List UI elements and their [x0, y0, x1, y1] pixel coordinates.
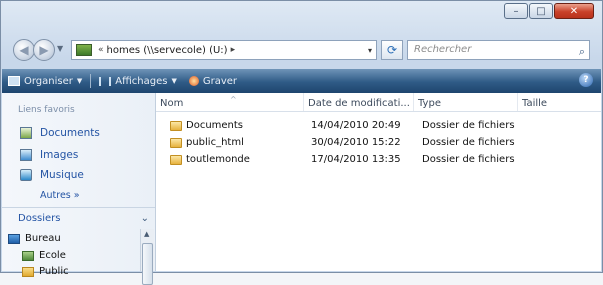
explorer-window: – □ ✕ ◀ ▶ ▼ « homes (\\servecole) (U:) ▸…: [0, 0, 603, 285]
column-label: Taille: [522, 98, 548, 109]
help-icon[interactable]: ?: [579, 73, 593, 87]
tree-item-public[interactable]: Public: [22, 266, 69, 277]
back-button[interactable]: ◀: [13, 39, 35, 61]
more-favorites-link[interactable]: Autres »: [40, 190, 80, 201]
search-icon[interactable]: ⌕: [579, 43, 585, 61]
folder-icon: [22, 266, 34, 277]
computer-icon: [76, 44, 92, 56]
favorite-label: Images: [40, 149, 79, 161]
folder-icon: [170, 138, 182, 148]
file-name: Documents: [186, 120, 244, 131]
folder-icon: [170, 155, 182, 165]
address-bar[interactable]: « homes (\\servecole) (U:) ▸ ▾: [71, 40, 377, 60]
views-label: Affichages: [115, 75, 168, 87]
file-name: public_html: [186, 137, 244, 148]
breadcrumb-arrow-icon[interactable]: ▸: [231, 45, 236, 55]
scroll-up-icon[interactable]: ▲: [144, 230, 149, 238]
favorite-label: Documents: [40, 127, 100, 139]
file-name-cell: toutlemonde: [170, 153, 250, 167]
sort-ascending-icon: ^: [230, 95, 237, 104]
favorite-documents[interactable]: Documents: [20, 127, 100, 139]
chevron-down-icon[interactable]: ⌄: [141, 213, 149, 224]
maximize-button[interactable]: □: [529, 3, 553, 19]
file-name-cell: public_html: [170, 136, 244, 150]
folders-title: Dossiers: [18, 212, 61, 224]
scrollbar-thumb[interactable]: [142, 243, 153, 285]
file-list: Nom ^ Date de modificati... Type Taille …: [156, 93, 601, 271]
address-row: ◀ ▶ ▼ « homes (\\servecole) (U:) ▸ ▾ ⟳ R…: [11, 39, 594, 65]
address-dropdown-icon[interactable]: ▾: [368, 46, 372, 55]
user-folder-icon: [22, 250, 34, 261]
column-label: Date de modificati...: [308, 98, 410, 109]
column-label: Nom: [160, 98, 184, 109]
breadcrumb-overflow-icon[interactable]: «: [98, 45, 104, 55]
music-icon: [20, 169, 32, 181]
toolbar-divider: [90, 74, 92, 88]
views-button[interactable]: Affichages ▼: [93, 76, 183, 87]
tree-label: Bureau: [25, 233, 61, 244]
table-row[interactable]: toutlemonde 17/04/2010 13:35 Dossier de …: [156, 153, 601, 167]
organize-button[interactable]: Organiser ▼: [2, 76, 88, 87]
minimize-button[interactable]: –: [504, 3, 528, 19]
folder-tree-scrollbar[interactable]: ▲: [140, 229, 154, 285]
forward-button[interactable]: ▶: [33, 39, 55, 61]
organize-label: Organiser: [24, 75, 73, 87]
documents-icon: [20, 127, 32, 139]
tree-item-ecole[interactable]: Ecole: [22, 250, 66, 261]
views-icon: [99, 76, 112, 86]
burn-label: Graver: [202, 75, 238, 87]
table-row[interactable]: public_html 30/04/2010 15:22 Dossier de …: [156, 136, 601, 150]
file-name-cell: Documents: [170, 119, 243, 133]
file-type: Dossier de fichiers: [422, 154, 515, 165]
file-type: Dossier de fichiers: [422, 120, 515, 131]
column-header: Nom ^ Date de modificati... Type Taille: [156, 93, 601, 112]
column-label: Type: [418, 98, 441, 109]
navigation-pane: Liens favoris Documents Images Musique A…: [2, 93, 156, 285]
file-date: 17/04/2010 13:35: [311, 154, 401, 165]
search-input[interactable]: Rechercher ⌕: [407, 40, 590, 60]
file-name: toutlemonde: [186, 154, 250, 165]
column-size[interactable]: Taille: [518, 93, 602, 111]
command-bar: Organiser ▼ Affichages ▼ Graver ?: [2, 69, 601, 93]
column-date[interactable]: Date de modificati...: [304, 93, 414, 111]
close-button[interactable]: ✕: [554, 3, 594, 19]
file-date: 30/04/2010 15:22: [311, 137, 401, 148]
burn-button[interactable]: Graver: [183, 76, 243, 87]
tree-label: Ecole: [39, 250, 66, 261]
caption-buttons: – □ ✕: [504, 3, 594, 19]
column-name[interactable]: Nom ^: [156, 93, 304, 111]
burn-icon: [188, 76, 199, 86]
recent-pages-dropdown[interactable]: ▼: [57, 44, 63, 53]
search-placeholder: Rechercher: [414, 44, 472, 55]
favorites-title: Liens favoris: [18, 105, 75, 115]
file-date: 14/04/2010 20:49: [311, 120, 401, 131]
table-row[interactable]: Documents 14/04/2010 20:49 Dossier de fi…: [156, 119, 601, 133]
organize-icon: [8, 76, 20, 86]
favorite-images[interactable]: Images: [20, 149, 78, 161]
tree-label: Public: [39, 266, 69, 277]
address-path[interactable]: homes (\\servecole) (U:): [107, 45, 228, 56]
file-type: Dossier de fichiers: [422, 137, 515, 148]
folder-icon: [170, 121, 182, 131]
tree-item-bureau[interactable]: Bureau: [8, 233, 61, 244]
column-type[interactable]: Type: [414, 93, 518, 111]
pictures-icon: [20, 149, 32, 161]
views-chevron-icon: ▼: [171, 77, 177, 85]
organize-chevron-icon: ▼: [76, 77, 83, 85]
desktop-icon: [8, 233, 20, 244]
favorite-music[interactable]: Musique: [20, 169, 84, 181]
folders-header[interactable]: Dossiers ⌄: [2, 207, 155, 228]
refresh-button[interactable]: ⟳: [381, 40, 403, 60]
favorite-label: Musique: [40, 169, 84, 181]
